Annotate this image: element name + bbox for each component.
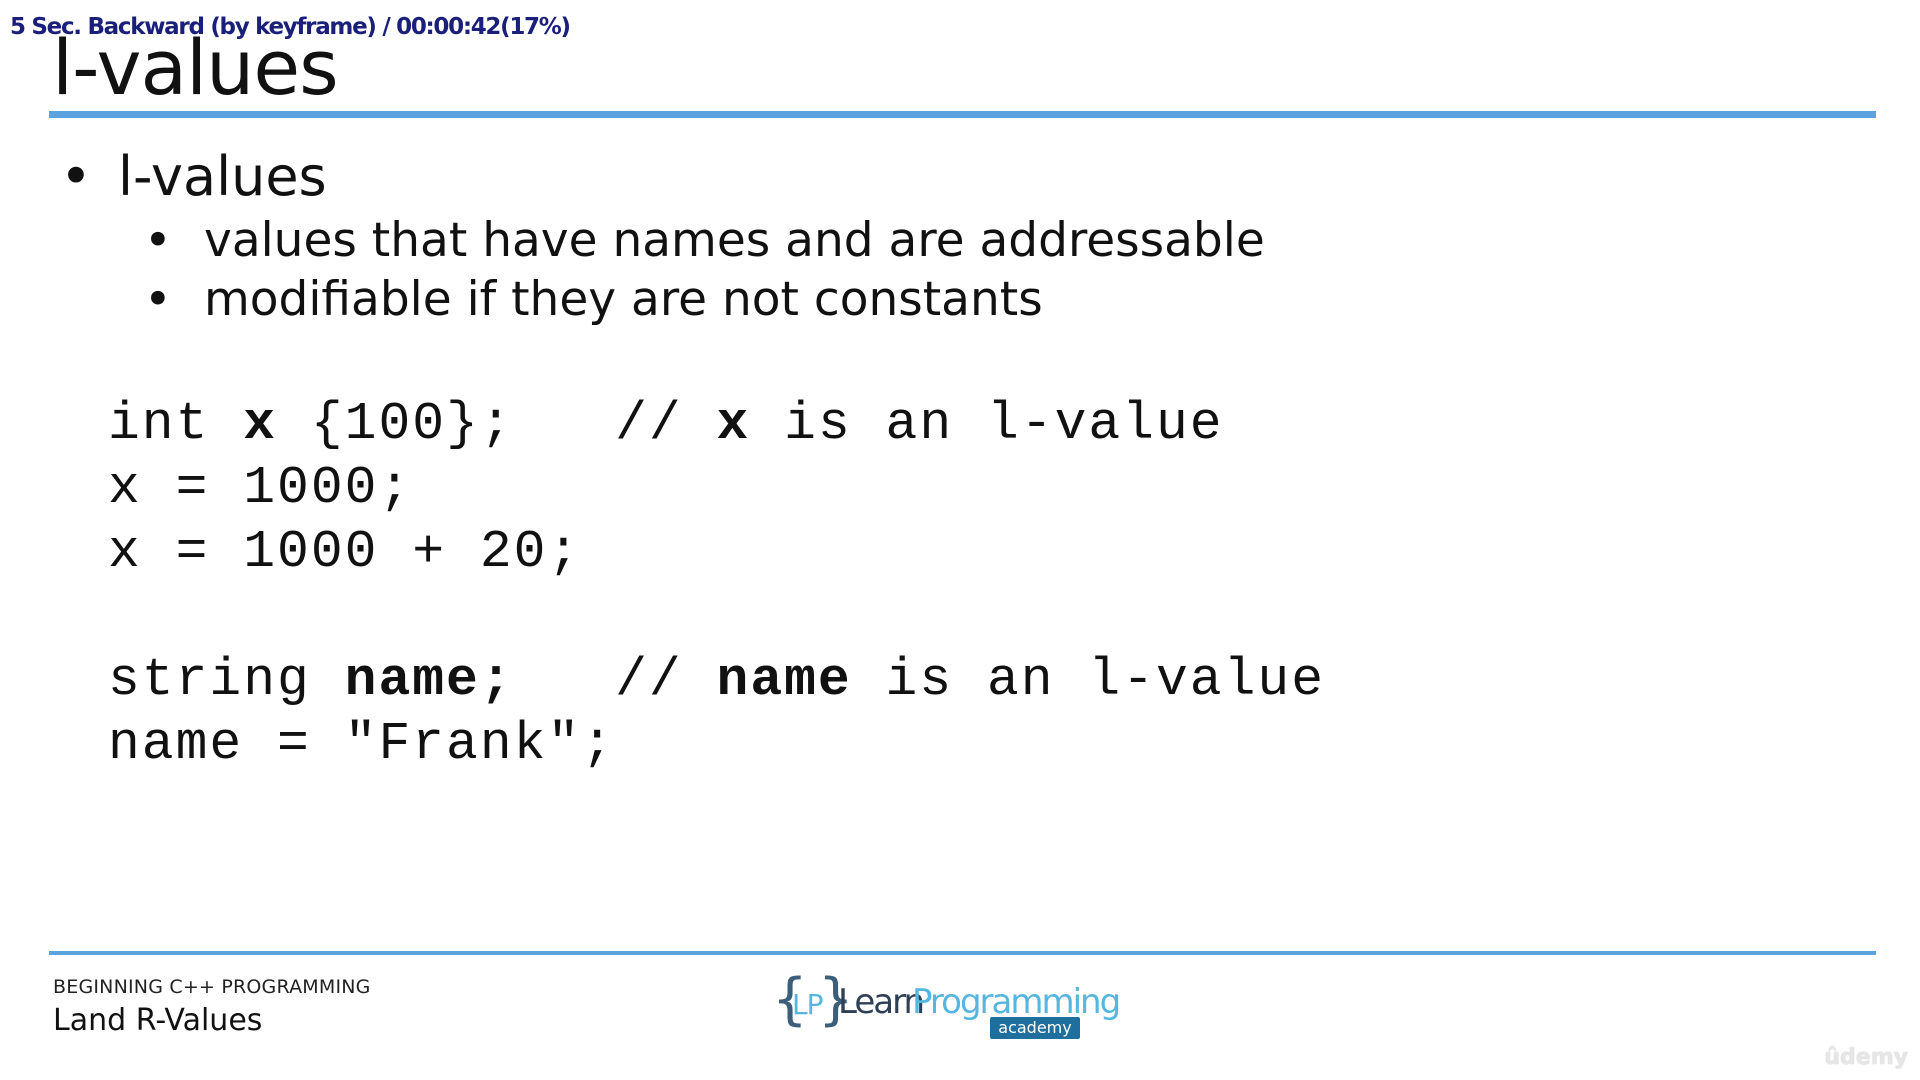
code-token: is an l-value — [750, 394, 1224, 454]
bullet-dot-icon: • — [144, 213, 172, 268]
logo-learn-text: Learn — [838, 982, 925, 1022]
code-line: x = 1000 + 20; — [108, 522, 582, 582]
code-line: name = "Frank"; — [108, 714, 616, 774]
code-line: x = 1000; — [108, 458, 413, 518]
bullet-dot-icon: • — [60, 145, 92, 208]
code-token: // — [513, 650, 717, 710]
code-line: string name; // name is an l-value — [108, 654, 1325, 707]
code-token: string — [108, 650, 345, 710]
sub-bullet-text: values that have names and are addressab… — [204, 213, 1265, 268]
code-token-bold: name — [716, 650, 852, 710]
learnprogramming-academy-logo: { LP } Learn Programming academy — [772, 972, 1121, 1044]
code-token-bold: name; — [344, 650, 514, 710]
code-token-bold: x — [243, 394, 278, 454]
bullet-dot-icon: • — [144, 272, 172, 327]
course-name: BEGINNING C++ PROGRAMMING — [53, 976, 371, 998]
logo-programming-text: Programming — [912, 982, 1121, 1022]
bullet-text: l-values — [118, 145, 327, 208]
code-token: {100}; // — [277, 394, 717, 454]
code-token: int — [108, 394, 244, 454]
title-underline-divider — [49, 111, 1876, 118]
footer-divider — [49, 951, 1876, 955]
lesson-name: Land R-Values — [53, 1003, 263, 1038]
udemy-watermark: ûdemy — [1824, 1045, 1908, 1070]
code-token: is an l-value — [851, 650, 1326, 710]
sub-bullet-text: modifiable if they are not constants — [204, 272, 1043, 327]
logo-academy-badge: academy — [990, 1017, 1080, 1039]
code-line: int x {100}; // x is an l-value — [108, 398, 1224, 451]
slide-title: l-values — [52, 23, 339, 112]
code-token-bold: x — [716, 394, 751, 454]
